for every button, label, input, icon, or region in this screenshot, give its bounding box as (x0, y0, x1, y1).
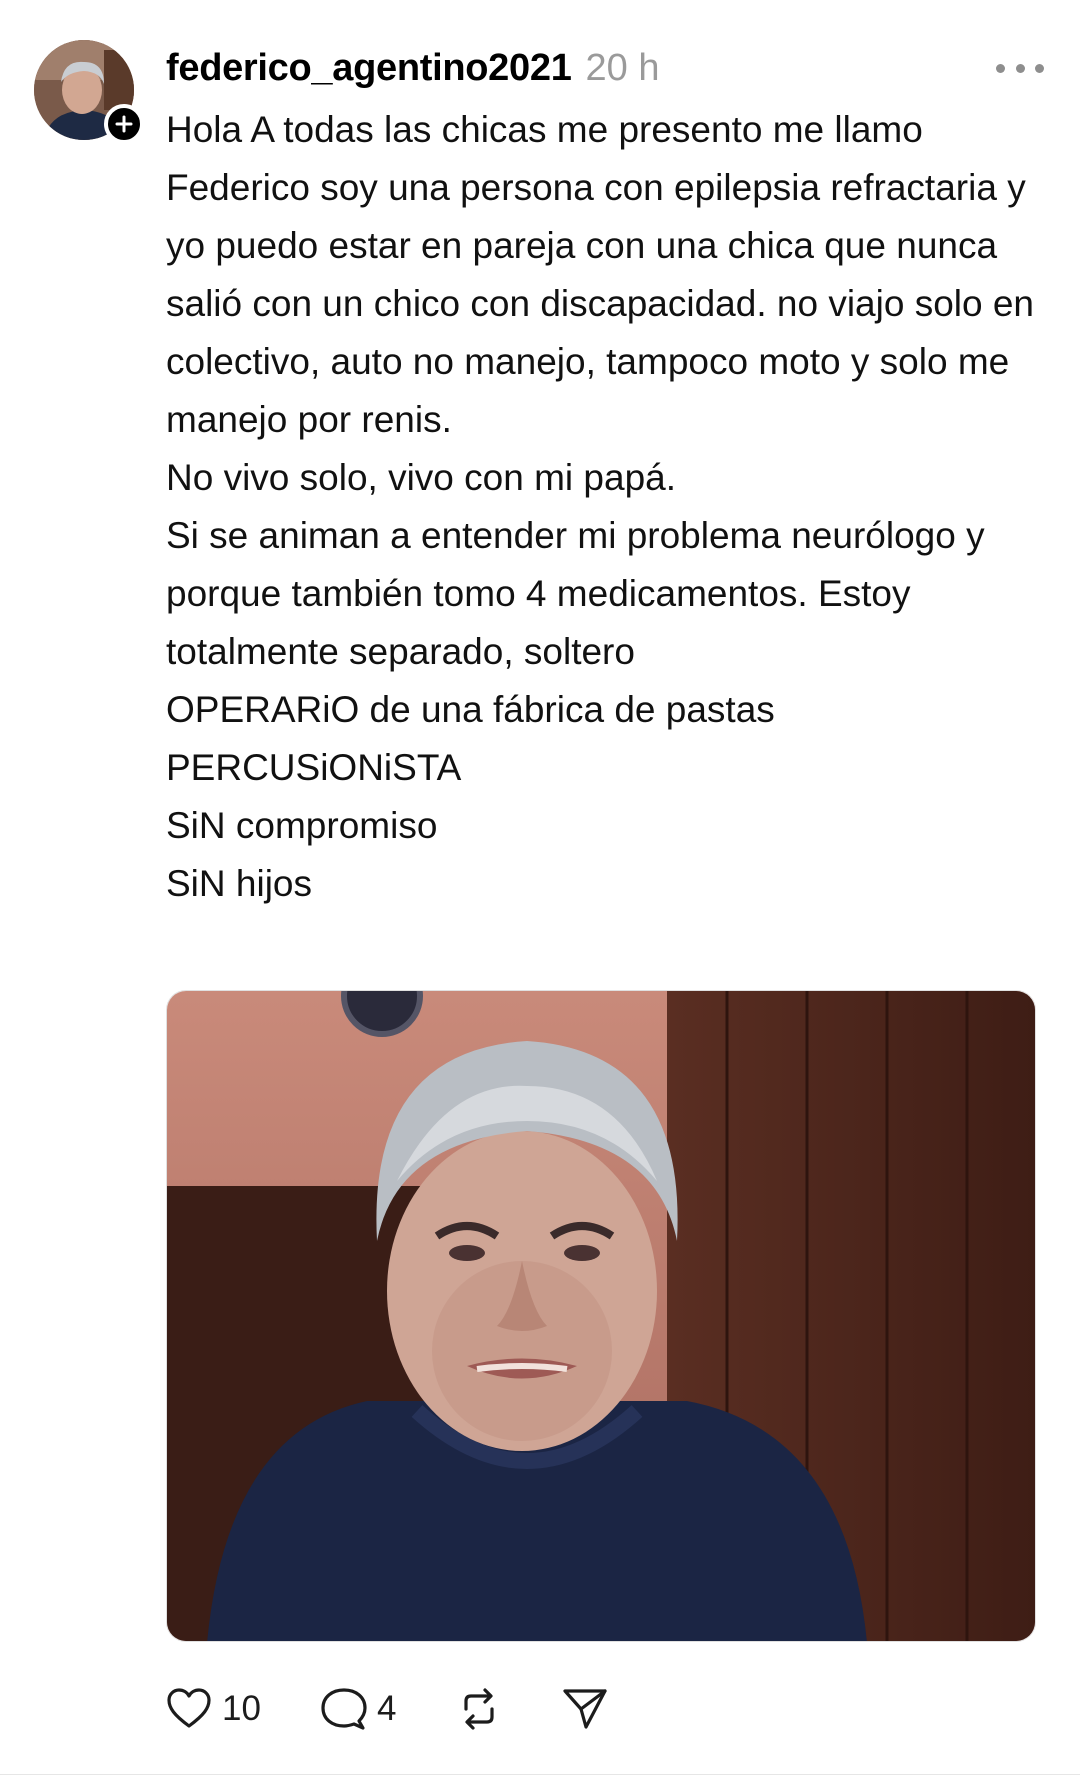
follow-button[interactable] (104, 104, 144, 144)
more-options-button[interactable] (996, 52, 1044, 84)
send-icon (563, 1689, 608, 1729)
reply-count: 4 (376, 1689, 397, 1728)
reply-button[interactable]: 4 (321, 1687, 396, 1731)
post-text-line: SiN hijos (166, 863, 312, 904)
post-photo[interactable] (166, 990, 1036, 1642)
photo-image (167, 991, 1035, 1641)
more-horizontal-icon (1035, 63, 1044, 73)
repost-icon (464, 1688, 495, 1730)
heart-icon (167, 1688, 211, 1728)
post-timestamp: 20 h (585, 46, 660, 89)
plus-icon (115, 115, 133, 133)
like-count: 10 (222, 1689, 261, 1728)
post-header: federico_agentino2021 20 h (166, 44, 1044, 92)
more-horizontal-icon (996, 63, 1005, 73)
more-horizontal-icon (1015, 63, 1025, 73)
repost-button[interactable] (456, 1687, 502, 1731)
post-text-line: Hola A todas las chicas me presento me l… (166, 109, 1035, 440)
author-username[interactable]: federico_agentino2021 (166, 47, 572, 90)
share-button[interactable] (562, 1687, 608, 1731)
post-text-line: OPERARiO de una fábrica de pastas (166, 689, 775, 730)
comment-icon (321, 1688, 367, 1730)
post-text-line: Si se animan a entender mi problema neur… (166, 515, 985, 672)
thread-post: federico_agentino2021 20 h Hola A todas … (0, 0, 1080, 1790)
post-text-line: PERCUSiONiSTA (166, 747, 462, 788)
post-text-line: No vivo solo, vivo con mi papá. (166, 457, 677, 498)
post-body: Hola A todas las chicas me presento me l… (166, 101, 1046, 913)
post-divider (0, 1774, 1080, 1775)
post-text-line: SiN compromiso (166, 805, 438, 846)
post-actions: 10 4 (166, 1680, 668, 1738)
like-button[interactable]: 10 (166, 1688, 261, 1730)
author-avatar-container[interactable] (34, 40, 144, 144)
